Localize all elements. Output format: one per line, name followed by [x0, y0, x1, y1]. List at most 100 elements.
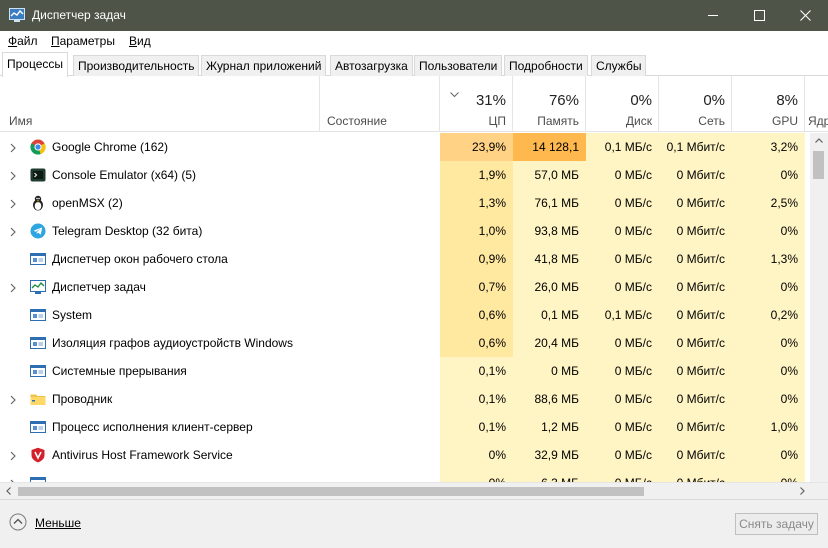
process-gpu-cell: 2,5%	[732, 189, 805, 217]
process-row[interactable]: 0%6,3 МБ0 МБ/с0 Мбит/с0%	[0, 469, 810, 482]
process-mem-cell: 1,2 МБ	[513, 413, 586, 441]
expand-chevron-icon[interactable]	[8, 226, 18, 237]
expand-chevron-icon[interactable]	[8, 450, 18, 461]
process-name: Системные прерывания	[52, 364, 187, 378]
process-cpu-cell: 0,1%	[440, 357, 513, 385]
window-title: Диспетчер задач	[32, 8, 126, 22]
close-button[interactable]	[782, 0, 828, 31]
process-net-cell: 0 Мбит/с	[659, 441, 732, 469]
process-mem-cell: 20,4 МБ	[513, 329, 586, 357]
process-net-cell: 0 Мбит/с	[659, 161, 732, 189]
process-cpu-cell: 0,6%	[440, 301, 513, 329]
process-gpu-cell: 3,2%	[732, 133, 805, 161]
gpu-engine-label: Ядр	[808, 114, 828, 128]
horizontal-scrollbar[interactable]	[0, 482, 828, 499]
system-window-icon	[30, 419, 46, 435]
tab-users[interactable]: Пользователи	[414, 55, 503, 76]
process-mem-cell: 93,8 МБ	[513, 217, 586, 245]
scroll-left-icon[interactable]	[6, 487, 11, 495]
header-name[interactable]	[0, 76, 320, 132]
tab-app-history[interactable]: Журнал приложений	[201, 55, 327, 76]
system-window-icon	[30, 335, 46, 351]
process-name: Изоляция графов аудиоустройств Windows	[52, 336, 293, 350]
process-mem-cell: 88,6 МБ	[513, 385, 586, 413]
expand-chevron-icon[interactable]	[8, 170, 18, 181]
antivirus-shield-icon	[30, 447, 46, 463]
scroll-up-icon[interactable]	[815, 138, 823, 143]
process-net-cell: 0 Мбит/с	[659, 217, 732, 245]
tab-startup[interactable]: Автозагрузка	[330, 55, 413, 76]
vertical-scroll-thumb[interactable]	[813, 151, 824, 179]
process-net-cell: 0 Мбит/с	[659, 329, 732, 357]
menu-file[interactable]: Файл	[8, 34, 38, 48]
process-disk-cell: 0,1 МБ/с	[586, 133, 659, 161]
process-row[interactable]: Системные прерывания 0,1% 0 МБ 0 МБ/с 0 Мбит…	[0, 357, 810, 385]
process-row[interactable]: Console Emulator (x64) (5) 1,9% 57,0 МБ 0 М…	[0, 161, 810, 189]
close-icon	[799, 10, 811, 21]
collapse-chevron-icon[interactable]	[9, 513, 27, 531]
process-mem-cell: 76,1 МБ	[513, 189, 586, 217]
minimize-button[interactable]	[690, 0, 736, 31]
expand-chevron-icon[interactable]	[8, 394, 18, 405]
process-net-cell: 0 Мбит/с	[659, 413, 732, 441]
system-window-icon	[30, 363, 46, 379]
expand-chevron-icon[interactable]	[8, 282, 18, 293]
process-row[interactable]: System 0,6% 0,1 МБ 0,1 МБ/с 0 Мбит/с 0,2%	[0, 301, 810, 329]
expand-chevron-icon[interactable]	[8, 198, 18, 209]
system-window-icon	[30, 475, 46, 482]
tab-services[interactable]: Службы	[591, 55, 647, 76]
process-row[interactable]: Диспетчер окон рабочего стола 0,9% 41,8 МБ…	[0, 245, 810, 273]
process-cpu-cell: 0,9%	[440, 245, 513, 273]
process-gpu-cell: 0%	[732, 329, 805, 357]
menu-options[interactable]: Параметры	[51, 34, 115, 48]
console-icon	[30, 167, 46, 183]
process-row[interactable]: Telegram Desktop (32 бита) 1,0% 93,8 МБ 0 М…	[0, 217, 810, 245]
process-cpu-cell: 23,9%	[440, 133, 513, 161]
process-name: Диспетчер задач	[52, 280, 146, 294]
process-gpu-cell: 1,0%	[732, 413, 805, 441]
process-net-cell: 0 Мбит/с	[659, 189, 732, 217]
process-row[interactable]: Antivirus Host Framework Service 0% 32,9 М…	[0, 441, 810, 469]
process-row[interactable]: Изоляция графов аудиоустройств Windows 0,…	[0, 329, 810, 357]
header-name-label: Имя	[9, 114, 33, 128]
tab-details[interactable]: Подробности	[504, 55, 588, 76]
expand-chevron-icon[interactable]	[8, 142, 18, 153]
menu-view[interactable]: Вид	[129, 34, 151, 48]
process-row[interactable]: openMSX (2) 1,3% 76,1 МБ 0 МБ/с 0 Мбит/с 2,5%	[0, 189, 810, 217]
process-disk-cell: 0 МБ/с	[586, 161, 659, 189]
process-net-cell: 0 Мбит/с	[659, 385, 732, 413]
process-row[interactable]: Диспетчер задач 0,7% 26,0 МБ 0 МБ/с 0 Мбит/с…	[0, 273, 810, 301]
process-row[interactable]: Процесс исполнения клиент-сервер 0,1% 1,2 …	[0, 413, 810, 441]
memory-label: Память	[537, 114, 579, 128]
column-header: Имя Состояние 31% ЦП 76% Память 0% Диск …	[0, 76, 828, 132]
tab-performance[interactable]: Производительность	[73, 55, 200, 76]
process-net-cell: 0 Мбит/с	[659, 245, 732, 273]
tab-processes[interactable]: Процессы	[2, 52, 69, 77]
process-mem-cell: 26,0 МБ	[513, 273, 586, 301]
process-disk-cell: 0 МБ/с	[586, 189, 659, 217]
process-cpu-cell: 0%	[440, 469, 513, 482]
process-gpu-cell: 0%	[732, 385, 805, 413]
system-window-icon	[30, 251, 46, 267]
horizontal-scroll-thumb[interactable]	[18, 487, 644, 496]
chrome-icon	[30, 139, 46, 155]
disk-label: Диск	[625, 114, 652, 128]
process-disk-cell: 0 МБ/с	[586, 469, 659, 482]
process-net-cell: 0,1 Мбит/с	[659, 133, 732, 161]
process-gpu-cell: 1,3%	[732, 245, 805, 273]
vertical-scrollbar[interactable]	[810, 133, 828, 482]
process-row[interactable]: Проводник 0,1% 88,6 МБ 0 МБ/с 0 Мбит/с 0%	[0, 385, 810, 413]
fewer-details-link[interactable]: Меньше	[35, 516, 81, 530]
process-disk-cell: 0 МБ/с	[586, 329, 659, 357]
network-total-percent: 0%	[703, 92, 725, 109]
maximize-button[interactable]	[736, 0, 782, 31]
scroll-right-icon[interactable]	[800, 487, 805, 495]
process-row[interactable]: Google Chrome (162) 23,9% 14 128,1 0,1 МБ/с…	[0, 133, 810, 161]
end-task-button[interactable]: Снять задачу	[735, 513, 818, 535]
process-mem-cell: 57,0 МБ	[513, 161, 586, 189]
footer-bar: Меньше Снять задачу	[0, 499, 828, 548]
menu-bar: Файл Параметры Вид	[0, 31, 828, 52]
process-disk-cell: 0 МБ/с	[586, 385, 659, 413]
minimize-icon	[707, 15, 718, 16]
process-gpu-cell: 0%	[732, 273, 805, 301]
